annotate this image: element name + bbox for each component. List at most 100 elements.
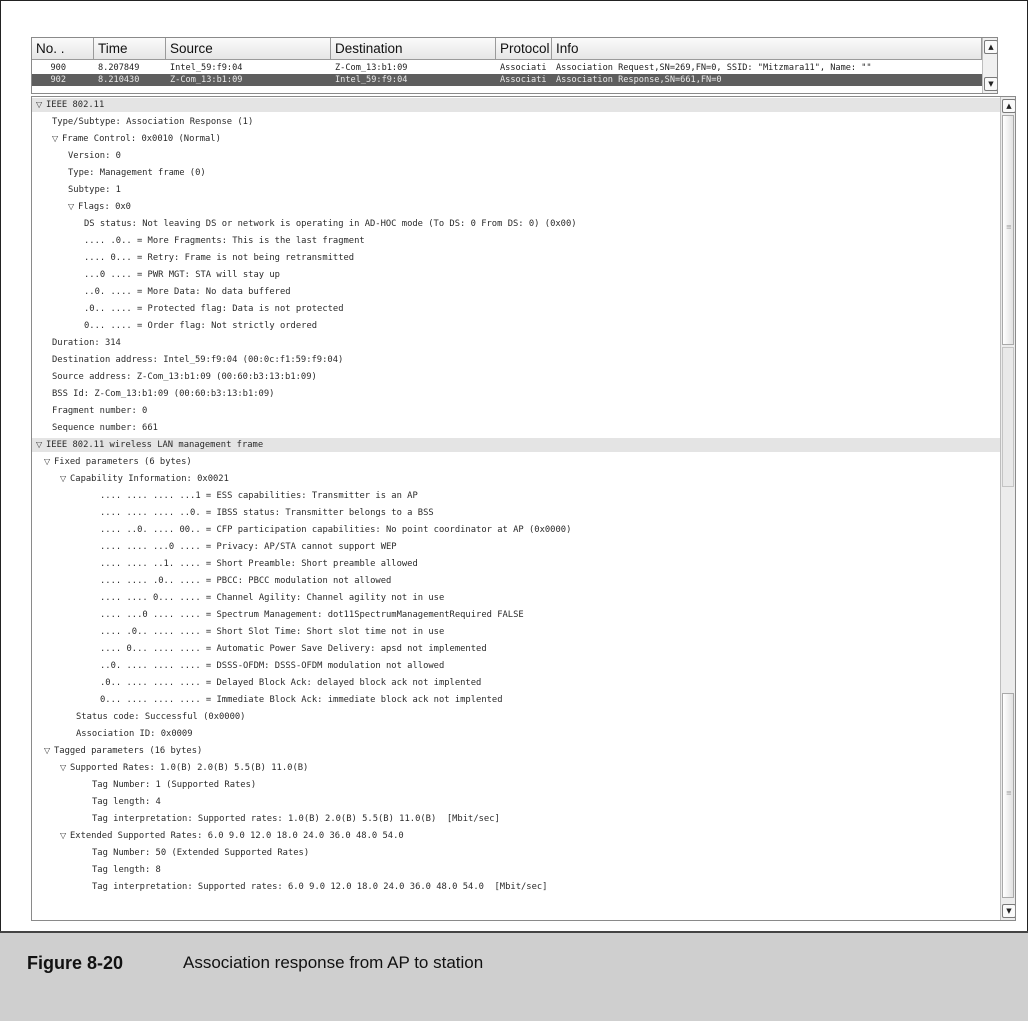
tree-line-text: Version: 0: [68, 151, 121, 161]
tree-line[interactable]: .... .... .... ..0. = IBSS status: Trans…: [32, 506, 1015, 520]
tree-line[interactable]: Tag interpretation: Supported rates: 6.0…: [32, 880, 1015, 894]
tree-line[interactable]: .... .... ...0 .... = Privacy: AP/STA ca…: [32, 540, 1015, 554]
tree-line[interactable]: Subtype: 1: [32, 183, 1015, 197]
tree-line[interactable]: Source address: Z-Com_13:b1:09 (00:60:b3…: [32, 370, 1015, 384]
tree-line-text: Tag length: 8: [92, 865, 161, 875]
tree-line[interactable]: .... ...0 .... .... = Spectrum Managemen…: [32, 608, 1015, 622]
column-header-time[interactable]: Time: [94, 38, 166, 60]
column-header-destination[interactable]: Destination: [331, 38, 496, 60]
packet-cell-no: 902: [50, 75, 66, 85]
scrollbar-thumb[interactable]: ≡: [1002, 115, 1014, 345]
tree-line[interactable]: Tag length: 4: [32, 795, 1015, 809]
tree-line-text: BSS Id: Z-Com_13:b1:09 (00:60:b3:13:b1:0…: [52, 389, 275, 399]
tree-line[interactable]: ..0. .... .... .... = DSSS-OFDM: DSSS-OF…: [32, 659, 1015, 673]
arrow-up-icon[interactable]: ▲: [984, 40, 997, 54]
packet-cell-protocol: Associati: [500, 75, 547, 85]
tree-line[interactable]: 0... .... .... .... = Immediate Block Ac…: [32, 693, 1015, 707]
arrow-up-icon[interactable]: ▲: [1002, 99, 1015, 113]
tree-line[interactable]: Type: Management frame (0): [32, 166, 1015, 180]
triangle-down-icon[interactable]: ▽: [68, 200, 78, 214]
tree-line-text: Destination address: Intel_59:f9:04 (00:…: [52, 355, 344, 365]
tree-line[interactable]: .0.. .... = Protected flag: Data is not …: [32, 302, 1015, 316]
tree-line-text: Tag length: 4: [92, 797, 161, 807]
column-header-info[interactable]: Info: [552, 38, 982, 60]
tree-line[interactable]: Version: 0: [32, 149, 1015, 163]
tree-line[interactable]: .... .... ..1. .... = Short Preamble: Sh…: [32, 557, 1015, 571]
tree-line[interactable]: Tag Number: 50 (Extended Supported Rates…: [32, 846, 1015, 860]
tree-line[interactable]: Association ID: 0x0009: [32, 727, 1015, 741]
packet-row[interactable]: 902 8.210430 Z-Com_13:b1:09 Intel_59:f9:04 A…: [32, 74, 997, 86]
tree-line[interactable]: ▽ Supported Rates: 1.0(B) 2.0(B) 5.5(B) 1…: [32, 761, 1015, 775]
column-header-no[interactable]: No. .: [32, 38, 94, 60]
tree-line-text: Type/Subtype: Association Response (1): [52, 117, 254, 127]
tree-line[interactable]: .... ..0. .... 00.. = CFP participation …: [32, 523, 1015, 537]
tree-line[interactable]: ..0. .... = More Data: No data buffered: [32, 285, 1015, 299]
tree-line[interactable]: BSS Id: Z-Com_13:b1:09 (00:60:b3:13:b1:0…: [32, 387, 1015, 401]
tree-line[interactable]: .... .... .... ...1 = ESS capabilities: …: [32, 489, 1015, 503]
tree-line-text: .... .... .0.. .... = PBCC: PBCC modulat…: [100, 576, 392, 586]
tree-line-text: Supported Rates: 1.0(B) 2.0(B) 5.5(B) 11…: [70, 763, 309, 773]
triangle-down-icon[interactable]: ▽: [36, 438, 46, 452]
tree-line[interactable]: Status code: Successful (0x0000): [32, 710, 1015, 724]
tree-line[interactable]: .... 0... .... .... = Automatic Power Sa…: [32, 642, 1015, 656]
tree-line-text: .... .... 0... .... = Channel Agility: C…: [100, 593, 445, 603]
triangle-down-icon[interactable]: ▽: [44, 455, 54, 469]
tree-line[interactable]: Sequence number: 661: [32, 421, 1015, 435]
tree-line[interactable]: .... .0.. .... .... = Short Slot Time: S…: [32, 625, 1015, 639]
tree-line-text: Source address: Z-Com_13:b1:09 (00:60:b3…: [52, 372, 317, 382]
triangle-down-icon[interactable]: ▽: [60, 472, 70, 486]
tree-line[interactable]: .0.. .... .... .... = Delayed Block Ack:…: [32, 676, 1015, 690]
tree-line-text: ..0. .... = More Data: No data buffered: [84, 287, 291, 297]
tree-line[interactable]: Fragment number: 0: [32, 404, 1015, 418]
tree-line[interactable]: 0... .... = Order flag: Not strictly ord…: [32, 319, 1015, 333]
tree-line[interactable]: ▽ Extended Supported Rates: 6.0 9.0 12.0 …: [32, 829, 1015, 843]
scrollbar-lower-segment[interactable]: ≡: [1002, 693, 1014, 898]
tree-line-text: Subtype: 1: [68, 185, 121, 195]
triangle-down-icon[interactable]: ▽: [52, 132, 62, 146]
tree-line[interactable]: Tag interpretation: Supported rates: 1.0…: [32, 812, 1015, 826]
tree-line-text: Capability Information: 0x0021: [70, 474, 229, 484]
packet-cell-no: 900: [50, 63, 66, 73]
tree-line-text: .... .... ...0 .... = Privacy: AP/STA ca…: [100, 542, 397, 552]
tree-line-text: ...0 .... = PWR MGT: STA will stay up: [84, 270, 280, 280]
tree-line-text: Flags: 0x0: [78, 202, 131, 212]
column-header-protocol[interactable]: Protocol: [496, 38, 552, 60]
tree-section-header[interactable]: ▽ IEEE 802.11 wireless LAN management fra…: [32, 438, 1004, 452]
triangle-down-icon[interactable]: ▽: [60, 761, 70, 775]
tree-line-text: .... .... .... ..0. = IBSS status: Trans…: [100, 508, 434, 518]
tree-line[interactable]: .... .... .0.. .... = PBCC: PBCC modulat…: [32, 574, 1015, 588]
tree-line[interactable]: Duration: 314: [32, 336, 1015, 350]
triangle-down-icon[interactable]: ▽: [36, 98, 46, 112]
packet-row[interactable]: 900 8.207849 Intel_59:f9:04 Z-Com_13:b1:09 A…: [32, 62, 997, 74]
packet-list-scrollbar[interactable]: ▲ ▼: [982, 38, 997, 93]
tree-line[interactable]: ▽ Capability Information: 0x0021: [32, 472, 1015, 486]
grip-icon: ≡: [1006, 223, 1012, 231]
tree-line[interactable]: Tag Number: 1 (Supported Rates): [32, 778, 1015, 792]
tree-line[interactable]: ▽ Flags: 0x0: [32, 200, 1015, 214]
packet-list[interactable]: No. . Time Source Destination Protocol I…: [31, 37, 998, 94]
triangle-down-icon[interactable]: ▽: [60, 829, 70, 843]
tree-line[interactable]: .... 0... = Retry: Frame is not being re…: [32, 251, 1015, 265]
tree-line[interactable]: ▽ Fixed parameters (6 bytes): [32, 455, 1012, 469]
tree-section-header[interactable]: ▽ IEEE 802.11: [32, 98, 1004, 112]
tree-line[interactable]: .... .... 0... .... = Channel Agility: C…: [32, 591, 1015, 605]
packet-details-scrollbar[interactable]: ▲ ≡ ≡ ▼: [1000, 97, 1015, 920]
column-header-source[interactable]: Source: [166, 38, 331, 60]
packet-details-tree[interactable]: ▽ IEEE 802.11 Type/Subtype: Association Re…: [31, 96, 1016, 921]
scrollbar-track-segment[interactable]: [1002, 347, 1014, 487]
arrow-down-icon[interactable]: ▼: [1002, 904, 1015, 918]
tree-line[interactable]: ▽ Tagged parameters (16 bytes): [32, 744, 1012, 758]
figure-caption-text: Association response from AP to station: [183, 953, 484, 972]
tree-line[interactable]: ...0 .... = PWR MGT: STA will stay up: [32, 268, 1015, 282]
tree-line[interactable]: Destination address: Intel_59:f9:04 (00:…: [32, 353, 1015, 367]
tree-line[interactable]: DS status: Not leaving DS or network is …: [32, 217, 1015, 231]
tree-line[interactable]: Tag length: 8: [32, 863, 1015, 877]
tree-line[interactable]: .... .0.. = More Fragments: This is the …: [32, 234, 1015, 248]
tree-line[interactable]: ▽ Frame Control: 0x0010 (Normal): [32, 132, 1015, 146]
tree-line-text: Status code: Successful (0x0000): [76, 712, 246, 722]
tree-line[interactable]: Type/Subtype: Association Response (1): [32, 115, 1015, 129]
tree-line-text: ..0. .... .... .... = DSSS-OFDM: DSSS-OF…: [100, 661, 445, 671]
packet-list-header: No. . Time Source Destination Protocol I…: [32, 38, 997, 62]
triangle-down-icon[interactable]: ▽: [44, 744, 54, 758]
arrow-down-icon[interactable]: ▼: [984, 77, 997, 91]
